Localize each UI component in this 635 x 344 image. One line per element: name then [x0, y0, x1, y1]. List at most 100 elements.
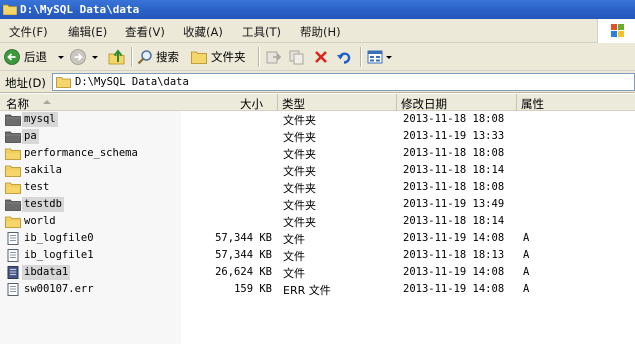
- file-row[interactable]: mysql 文件夹 2013-11-18 18:08: [0, 111, 635, 128]
- undo-icon: [337, 52, 351, 64]
- address-label: 地址(D): [5, 76, 46, 90]
- move-to-icon: [266, 51, 282, 64]
- toolbar-separator: [131, 47, 132, 67]
- file-type: 文件: [283, 267, 305, 280]
- up-folder-button[interactable]: [106, 46, 128, 68]
- folder-icon: [5, 148, 21, 160]
- views-button[interactable]: [365, 46, 395, 68]
- file-row[interactable]: ib_logfile0 57,344 KB 文件 2013-11-19 14:08 A: [0, 230, 635, 247]
- column-name[interactable]: 名称: [0, 94, 278, 111]
- file-modified: 2013-11-18 18:08: [403, 147, 505, 159]
- toolbar-separator: [360, 47, 361, 67]
- file-size: 57,344 KB: [215, 249, 272, 261]
- folder-icon: [5, 182, 21, 194]
- file-attributes: A: [523, 266, 530, 278]
- menu-favorites[interactable]: 收藏(A): [183, 24, 223, 40]
- file-name: sw00107.err: [24, 283, 94, 295]
- file-icon: [7, 232, 19, 245]
- search-label: 搜索: [156, 50, 179, 64]
- menu-file[interactable]: 文件(F): [9, 24, 48, 40]
- file-modified: 2013-11-19 14:08: [403, 232, 505, 244]
- column-name-label: 名称: [6, 97, 29, 111]
- folder-icon: [5, 216, 21, 228]
- chevron-down-icon: [58, 56, 64, 59]
- folder-icon: [5, 165, 21, 177]
- file-attributes: A: [523, 232, 530, 244]
- undo-button[interactable]: [334, 46, 354, 68]
- file-row[interactable]: pa 文件夹 2013-11-19 13:33: [0, 128, 635, 145]
- file-modified: 2013-11-19 13:49: [403, 198, 505, 210]
- file-modified: 2013-11-19 14:08: [403, 266, 505, 278]
- file-modified: 2013-11-18 18:13: [403, 249, 505, 261]
- file-row[interactable]: testdb 文件夹 2013-11-19 13:49: [0, 196, 635, 213]
- file-attributes: A: [523, 283, 530, 295]
- menu-help[interactable]: 帮助(H): [300, 24, 341, 40]
- file-name: ib_logfile1: [24, 249, 94, 261]
- column-modified-label: 修改日期: [401, 97, 447, 111]
- folder-icon: [191, 51, 207, 64]
- up-folder-icon: [108, 49, 125, 65]
- chevron-down-icon: [386, 56, 392, 59]
- file-attributes: A: [523, 249, 530, 261]
- delete-icon: [315, 51, 327, 63]
- forward-button[interactable]: [70, 46, 100, 68]
- address-input[interactable]: D:\MySQL Data\data: [52, 73, 635, 91]
- toolbar-separator: [258, 47, 259, 67]
- file-modified: 2013-11-19 14:08: [403, 283, 505, 295]
- file-icon: [7, 249, 19, 262]
- folder-icon: [5, 114, 21, 126]
- title-bar[interactable]: D:\MySQL Data\data: [0, 0, 635, 19]
- column-attributes-label: 属性: [521, 97, 544, 111]
- file-row[interactable]: test 文件夹 2013-11-18 18:08: [0, 179, 635, 196]
- file-name: test: [24, 181, 50, 193]
- sort-ascending-icon: [43, 100, 51, 104]
- file-row[interactable]: ibdata1 26,624 KB 文件 2013-11-19 14:08 A: [0, 264, 635, 281]
- move-to-button[interactable]: [264, 46, 284, 68]
- folders-label: 文件夹: [211, 50, 246, 64]
- file-size: 57,344 KB: [215, 232, 272, 244]
- copy-to-button[interactable]: [287, 46, 307, 68]
- file-row[interactable]: sakila 文件夹 2013-11-18 18:14: [0, 162, 635, 179]
- menu-tools[interactable]: 工具(T): [242, 24, 281, 40]
- folder-icon: [5, 199, 21, 211]
- folder-icon: [5, 131, 21, 143]
- file-name: ibdata1: [22, 265, 71, 280]
- chevron-down-icon: [92, 56, 98, 59]
- file-modified: 2013-11-18 18:14: [403, 215, 505, 227]
- copy-to-icon: [289, 50, 304, 65]
- file-icon: [7, 266, 19, 279]
- column-type[interactable]: 类型: [278, 94, 397, 111]
- column-modified[interactable]: 修改日期: [397, 94, 517, 111]
- window-title: D:\MySQL Data\data: [20, 3, 140, 16]
- folders-button[interactable]: 文件夹: [190, 46, 252, 68]
- file-type: 文件夹: [283, 131, 316, 144]
- windows-logo-icon: [597, 19, 635, 43]
- menu-edit[interactable]: 编辑(E): [68, 24, 107, 40]
- file-row[interactable]: ib_logfile1 57,344 KB 文件 2013-11-18 18:13 A: [0, 247, 635, 264]
- column-size[interactable]: 大小: [240, 96, 263, 112]
- file-name: pa: [22, 129, 39, 144]
- views-icon: [367, 50, 383, 64]
- address-value: D:\MySQL Data\data: [75, 76, 189, 88]
- file-type: 文件夹: [283, 114, 316, 127]
- delete-button[interactable]: [311, 46, 331, 68]
- file-row[interactable]: performance_schema 文件夹 2013-11-18 18:08: [0, 145, 635, 162]
- search-button[interactable]: 搜索: [136, 46, 184, 68]
- menu-view[interactable]: 查看(V): [125, 24, 165, 40]
- file-type: 文件夹: [283, 199, 316, 212]
- toolbar: 后退 搜索 文件夹: [0, 43, 635, 71]
- file-type: 文件夹: [283, 148, 316, 161]
- file-modified: 2013-11-19 13:33: [403, 130, 505, 142]
- column-attributes[interactable]: 属性: [517, 94, 635, 111]
- back-button[interactable]: 后退: [4, 46, 64, 68]
- file-icon: [7, 283, 19, 296]
- file-type: 文件夹: [283, 216, 316, 229]
- file-size: 26,624 KB: [215, 266, 272, 278]
- file-row[interactable]: world 文件夹 2013-11-18 18:14: [0, 213, 635, 230]
- file-name: testdb: [22, 197, 64, 212]
- column-header: 名称 大小 类型 修改日期 属性: [0, 94, 635, 111]
- forward-arrow-icon: [70, 49, 86, 65]
- file-type: 文件夹: [283, 165, 316, 178]
- file-name: mysql: [22, 112, 58, 127]
- file-row[interactable]: sw00107.err 159 KB ERR 文件 2013-11-19 14:08 A: [0, 281, 635, 298]
